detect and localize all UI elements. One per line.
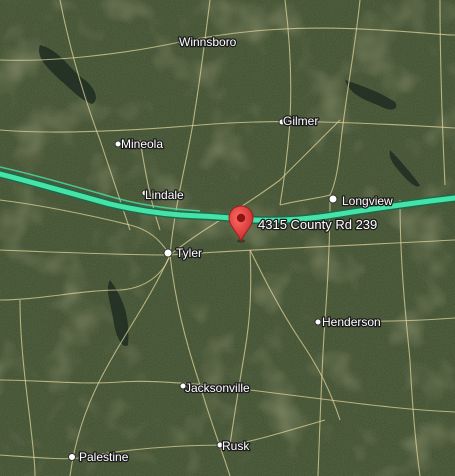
henderson-marker bbox=[314, 318, 322, 326]
place-label-jacksonville[interactable]: Jacksonville bbox=[184, 380, 252, 397]
place-label-henderson[interactable]: Henderson bbox=[321, 314, 382, 331]
place-label-lindale[interactable]: Lindale bbox=[144, 187, 186, 204]
place-label-mineola[interactable]: Mineola bbox=[120, 136, 165, 153]
longview-marker bbox=[328, 194, 338, 204]
place-label-longview[interactable]: Longview bbox=[341, 193, 395, 210]
place-label-palestine[interactable]: Palestine bbox=[78, 449, 130, 466]
place-label-gilmer[interactable]: Gilmer bbox=[282, 113, 320, 130]
place-label-winnsboro[interactable]: Winnsboro bbox=[178, 34, 238, 51]
place-label-rusk[interactable]: Rusk bbox=[221, 438, 252, 455]
satellite-map[interactable]: Winnsboro Gilmer Mineola Lindale Longvie… bbox=[0, 0, 455, 476]
tyler-marker bbox=[163, 248, 173, 258]
palestine-marker bbox=[68, 453, 76, 461]
map-view[interactable]: Winnsboro Gilmer Mineola Lindale Longvie… bbox=[0, 0, 455, 476]
pin-address-label[interactable]: 4315 County Rd 239 bbox=[257, 216, 379, 234]
place-label-tyler[interactable]: Tyler bbox=[175, 245, 204, 262]
